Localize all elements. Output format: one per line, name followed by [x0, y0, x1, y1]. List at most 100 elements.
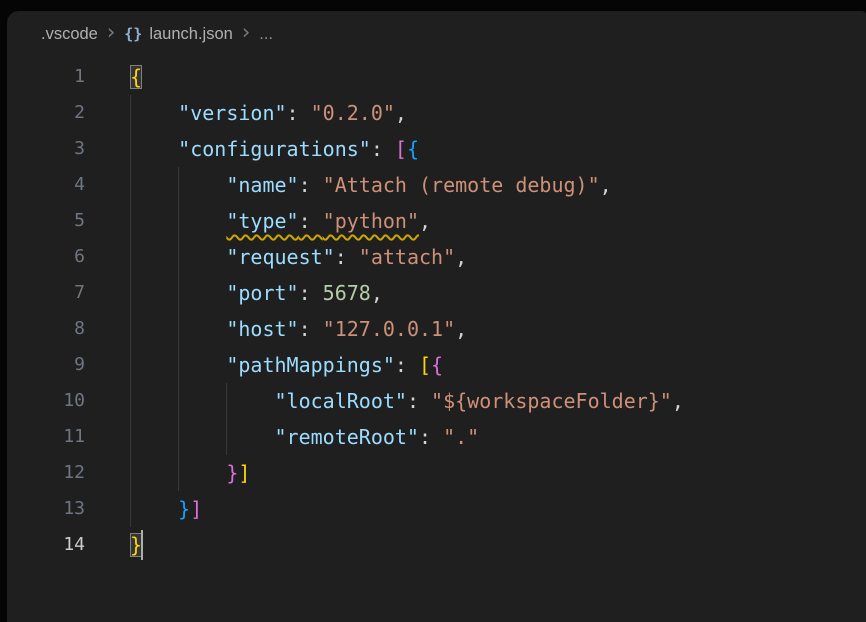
code-token: :: [395, 353, 419, 377]
code-token: :: [407, 389, 431, 413]
code-token: "python": [323, 209, 419, 233]
code-token: ,: [455, 245, 467, 269]
code-line[interactable]: 12}]: [7, 455, 866, 491]
code-line[interactable]: 10 "localRoot": "${workspaceFolder}",: [7, 383, 866, 419]
line-number[interactable]: 5: [7, 203, 85, 239]
line-content[interactable]: "localRoot": "${workspaceFolder}",: [130, 383, 866, 419]
indent-guide: [130, 167, 131, 203]
code-token: ,: [419, 209, 431, 233]
indent-guide: [226, 419, 227, 455]
code-token: ]: [190, 497, 202, 521]
code-token: {: [407, 137, 419, 161]
indent-guide: [178, 311, 179, 347]
breadcrumb-file[interactable]: launch.json: [149, 25, 232, 44]
chevron-right-icon: ›: [98, 22, 124, 46]
line-content[interactable]: "name": "Attach (remote debug)",: [130, 167, 866, 203]
line-number[interactable]: 7: [7, 275, 85, 311]
code-token: :: [287, 101, 311, 125]
code-token: ,: [672, 389, 684, 413]
code-token: }: [226, 461, 238, 485]
indent-guide: [178, 167, 179, 203]
line-content[interactable]: "pathMappings": [{: [130, 347, 866, 383]
code-token: "remoteRoot": [274, 425, 419, 449]
code-token: ]: [238, 461, 250, 485]
indent-guide: [130, 419, 131, 455]
line-number[interactable]: 2: [7, 95, 85, 131]
indent-guide: [178, 455, 179, 491]
code-line[interactable]: 2 "version": "0.2.0",: [7, 95, 866, 131]
code-token: "host": [226, 317, 298, 341]
line-content[interactable]: "remoteRoot": ".": [130, 419, 866, 455]
breadcrumb: .vscode › {} launch.json › ...: [7, 18, 866, 50]
json-braces-icon: {}: [124, 25, 142, 43]
code-token: [: [419, 353, 431, 377]
code-token: ,: [600, 173, 612, 197]
breadcrumb-folder[interactable]: .vscode: [41, 25, 98, 44]
line-content[interactable]: }: [130, 527, 866, 563]
code-token: "127.0.0.1": [323, 317, 455, 341]
matched-bracket: {: [130, 65, 142, 89]
code-token: "configurations": [178, 137, 371, 161]
line-number[interactable]: 13: [7, 491, 85, 527]
code-line[interactable]: 6 "request": "attach",: [7, 239, 866, 275]
line-content[interactable]: "version": "0.2.0",: [130, 95, 866, 131]
code-line[interactable]: 4 "name": "Attach (remote debug)",: [7, 167, 866, 203]
line-content[interactable]: "host": "127.0.0.1",: [130, 311, 866, 347]
indent-guide: [130, 275, 131, 311]
line-content[interactable]: "configurations": [{: [130, 131, 866, 167]
indent-guide: [178, 275, 179, 311]
code-token: "${workspaceFolder}": [431, 389, 672, 413]
line-number[interactable]: 8: [7, 311, 85, 347]
line-content[interactable]: {: [130, 59, 866, 95]
code-line[interactable]: 9 "pathMappings": [{: [7, 347, 866, 383]
code-token: :: [299, 281, 323, 305]
code-token: "attach": [359, 245, 455, 269]
code-token: :: [299, 317, 323, 341]
line-content[interactable]: }]: [130, 491, 866, 527]
indent-guide: [130, 131, 131, 167]
chevron-right-icon: ›: [233, 22, 259, 46]
code-token: :: [335, 245, 359, 269]
code-token: :: [299, 209, 323, 233]
code-token: :: [299, 173, 323, 197]
line-content[interactable]: }]: [130, 455, 866, 491]
line-content[interactable]: "port": 5678,: [130, 275, 866, 311]
code-token: "version": [178, 101, 286, 125]
code-token: ,: [395, 101, 407, 125]
line-content[interactable]: "type": "python",: [130, 203, 866, 239]
code-line[interactable]: 1{: [7, 59, 866, 95]
line-number[interactable]: 12: [7, 455, 85, 491]
breadcrumb-symbol-path[interactable]: ...: [259, 25, 273, 44]
code-line[interactable]: 5 "type": "python",: [7, 203, 866, 239]
code-token: "port": [226, 281, 298, 305]
line-number[interactable]: 6: [7, 239, 85, 275]
code-token: "0.2.0": [311, 101, 395, 125]
indent-guide: [130, 491, 131, 527]
code-lines[interactable]: 1{2"version": "0.2.0",3"configurations":…: [7, 59, 866, 563]
code-line[interactable]: 3 "configurations": [{: [7, 131, 866, 167]
code-token: "Attach (remote debug)": [323, 173, 600, 197]
indent-guide: [130, 455, 131, 491]
code-line[interactable]: 11 "remoteRoot": ".": [7, 419, 866, 455]
line-number[interactable]: 1: [7, 59, 85, 95]
line-number[interactable]: 14: [7, 527, 85, 563]
code-token: :: [371, 137, 395, 161]
indent-guide: [178, 203, 179, 239]
code-line[interactable]: 13}]: [7, 491, 866, 527]
code-line[interactable]: 14}: [7, 527, 866, 563]
indent-guide: [130, 95, 131, 131]
code-token: "name": [226, 173, 298, 197]
line-content[interactable]: "request": "attach",: [130, 239, 866, 275]
code-line[interactable]: 8 "host": "127.0.0.1",: [7, 311, 866, 347]
code-token: :: [419, 425, 443, 449]
code-token: ,: [455, 317, 467, 341]
line-number[interactable]: 10: [7, 383, 85, 419]
line-number[interactable]: 11: [7, 419, 85, 455]
indent-guide: [130, 347, 131, 383]
line-number[interactable]: 9: [7, 347, 85, 383]
code-token: {: [431, 353, 443, 377]
code-line[interactable]: 7 "port": 5678,: [7, 275, 866, 311]
indent-guide: [178, 239, 179, 275]
line-number[interactable]: 3: [7, 131, 85, 167]
line-number[interactable]: 4: [7, 167, 85, 203]
